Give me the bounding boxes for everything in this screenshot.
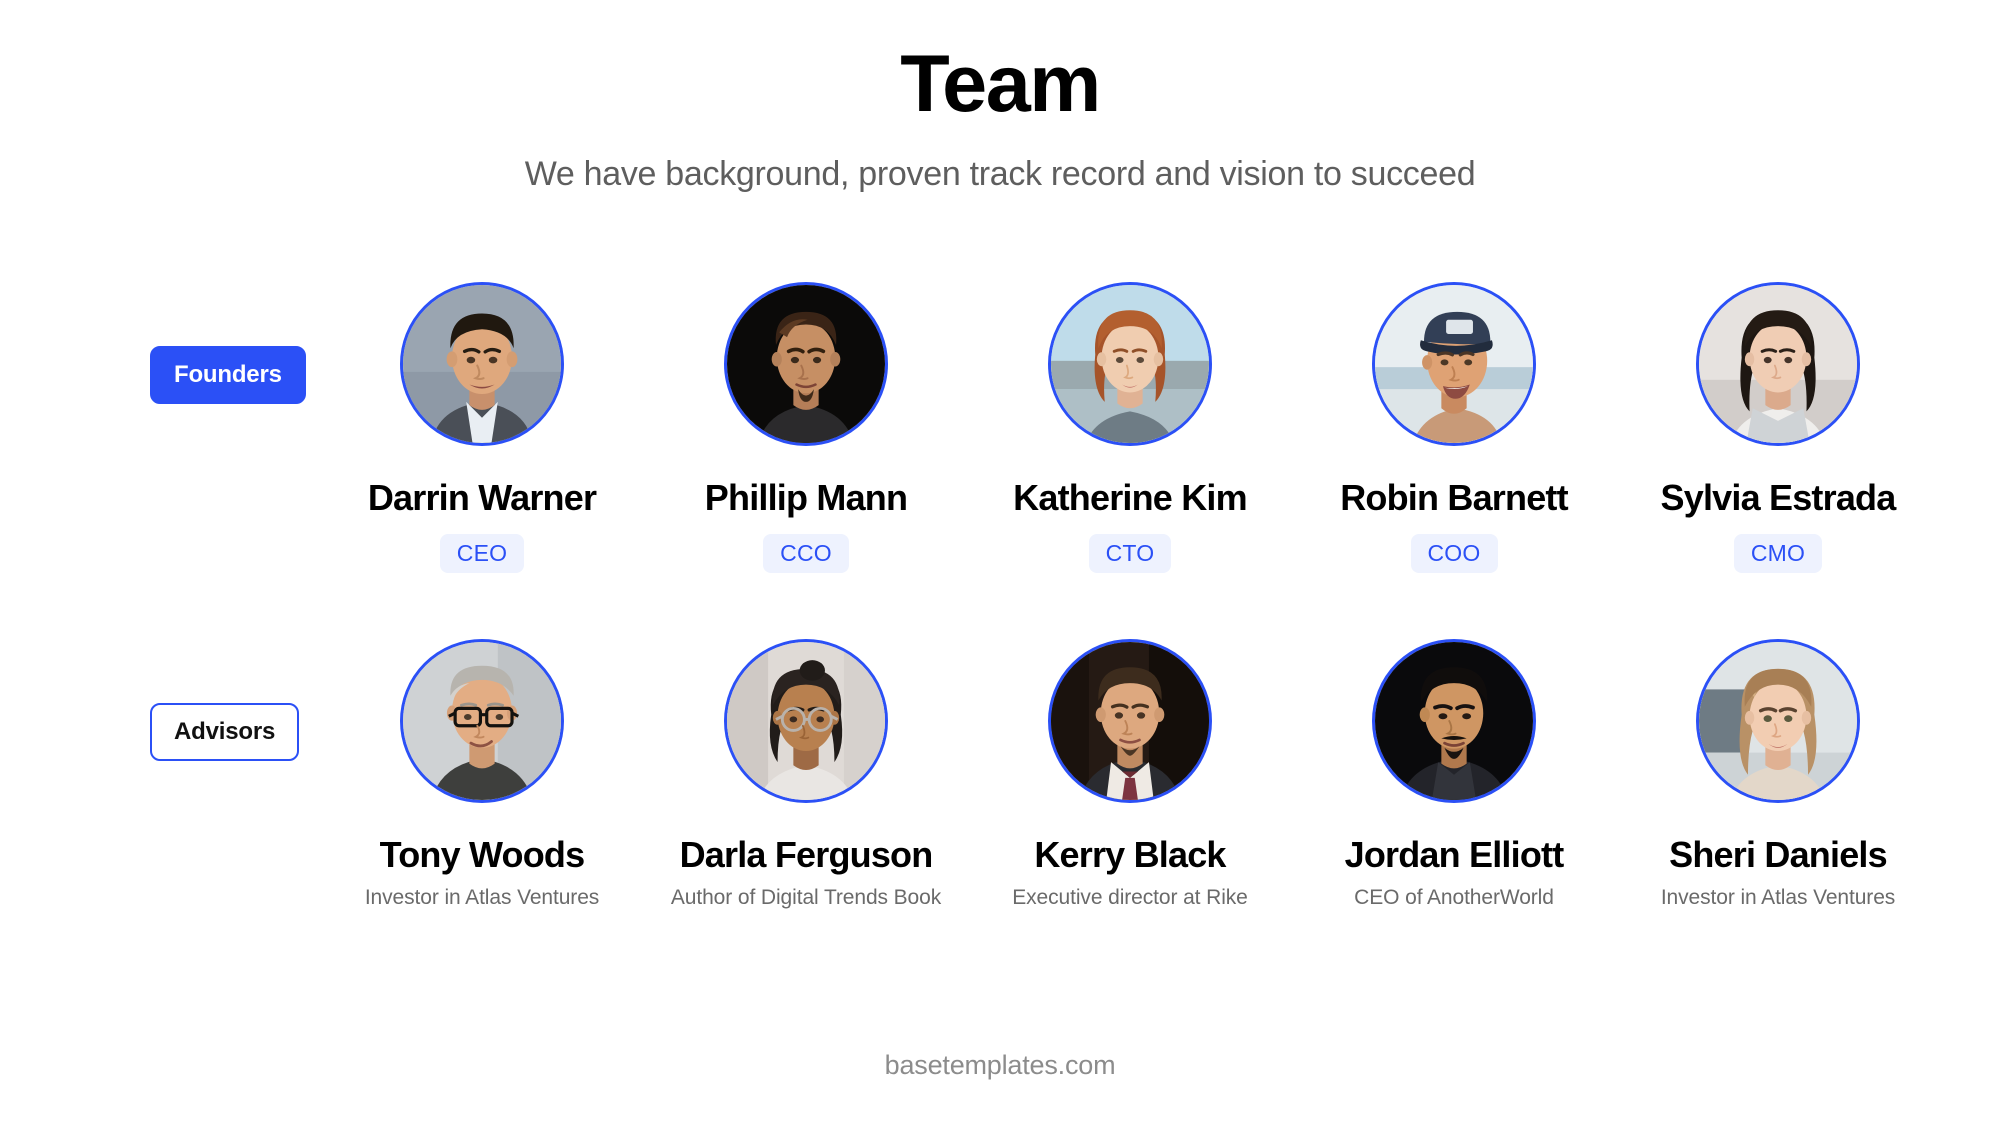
person-desc: Author of Digital Trends Book bbox=[670, 886, 942, 910]
avatar-darla-ferguson bbox=[724, 638, 888, 803]
avatar-sheri-daniels bbox=[1696, 638, 1860, 803]
person-name: Darrin Warner bbox=[367, 477, 597, 519]
person-name: Katherine Kim bbox=[1013, 477, 1247, 519]
person-name: Sheri Daniels bbox=[1669, 833, 1888, 875]
person-role: CCO bbox=[763, 533, 849, 573]
person-name: Sylvia Estrada bbox=[1660, 477, 1897, 519]
person-desc: Executive director at Rike bbox=[1012, 886, 1248, 910]
avatar-tony-woods bbox=[400, 638, 564, 803]
avatar-jordan-elliott bbox=[1372, 638, 1536, 803]
avatar-sylvia-estrada bbox=[1696, 282, 1860, 447]
advisors-badge[interactable]: Advisors bbox=[150, 702, 300, 761]
person-card[interactable]: Sheri Daniels Investor in Atlas Ventures bbox=[1616, 638, 1940, 911]
person-card[interactable]: Phillip Mann CCO bbox=[644, 282, 968, 573]
person-name: Phillip Mann bbox=[704, 477, 908, 519]
person-card[interactable]: Jordan Elliott CEO of AnotherWorld bbox=[1292, 638, 1616, 911]
person-card[interactable]: Sylvia Estrada CMO bbox=[1616, 282, 1940, 573]
person-card[interactable]: Robin Barnett COO bbox=[1292, 282, 1616, 573]
person-role: CTO bbox=[1088, 533, 1172, 573]
person-card[interactable]: Tony Woods Investor in Atlas Ventures bbox=[320, 638, 644, 911]
person-desc: Investor in Atlas Ventures bbox=[364, 886, 600, 910]
advisors-badge-col: Advisors bbox=[150, 639, 320, 761]
founders-people-list: Darrin Warner CEO Phillip Mann CCO Kathe… bbox=[320, 282, 2000, 573]
person-role: CMO bbox=[1733, 533, 1823, 573]
team-sections: Founders Darrin Warner CEO Phillip Mann … bbox=[0, 282, 2000, 910]
person-role: CEO bbox=[439, 533, 525, 573]
avatar-robin-barnett bbox=[1372, 282, 1536, 447]
avatar-phillip-mann bbox=[724, 282, 888, 447]
person-card[interactable]: Katherine Kim CTO bbox=[968, 282, 1292, 573]
team-slide: Team We have background, proven track re… bbox=[0, 0, 2000, 1125]
page-subtitle: We have background, proven track record … bbox=[524, 155, 1476, 194]
person-name: Tony Woods bbox=[379, 833, 585, 875]
avatar-katherine-kim bbox=[1048, 282, 1212, 447]
person-name: Kerry Black bbox=[1034, 833, 1226, 875]
person-name: Darla Ferguson bbox=[679, 833, 934, 875]
person-role: COO bbox=[1410, 533, 1498, 573]
founders-row: Founders Darrin Warner CEO Phillip Mann … bbox=[0, 282, 2000, 573]
founders-badge-col: Founders bbox=[150, 282, 320, 405]
advisors-row: Advisors Tony Woods Investor in Atlas Ve… bbox=[0, 638, 2000, 911]
page-title: Team bbox=[900, 39, 1101, 129]
avatar-darrin-warner bbox=[400, 282, 564, 447]
person-card[interactable]: Kerry Black Executive director at Rike bbox=[968, 638, 1292, 911]
founders-badge[interactable]: Founders bbox=[150, 346, 306, 405]
slide-header: Team We have background, proven track re… bbox=[0, 0, 2000, 194]
person-desc: CEO of AnotherWorld bbox=[1354, 886, 1554, 910]
footer-attribution: basetemplates.com bbox=[884, 1050, 1116, 1080]
person-card[interactable]: Darrin Warner CEO bbox=[320, 282, 644, 573]
avatar-kerry-black bbox=[1048, 638, 1212, 803]
person-card[interactable]: Darla Ferguson Author of Digital Trends … bbox=[644, 638, 968, 911]
person-name: Jordan Elliott bbox=[1344, 833, 1565, 875]
person-desc: Investor in Atlas Ventures bbox=[1660, 886, 1896, 910]
advisors-people-list: Tony Woods Investor in Atlas Ventures Da… bbox=[320, 638, 2000, 911]
person-name: Robin Barnett bbox=[1340, 477, 1568, 519]
